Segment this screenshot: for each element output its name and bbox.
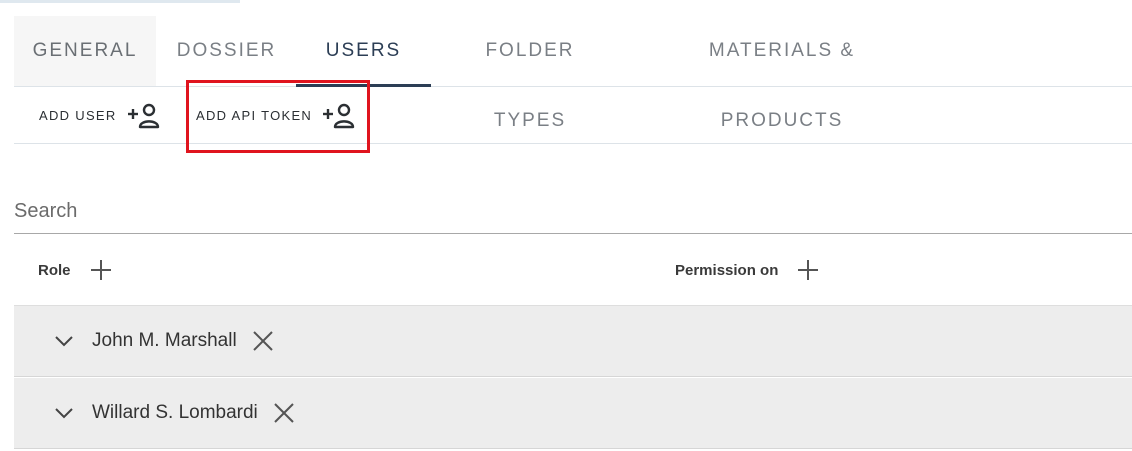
plus-icon xyxy=(798,260,819,280)
add-user-label: ADD USER xyxy=(39,108,117,123)
add-role-button[interactable] xyxy=(89,258,113,282)
remove-user-button[interactable] xyxy=(251,329,275,353)
highlight-box xyxy=(186,80,370,153)
column-header-permission: Permission on xyxy=(675,235,820,305)
person-add-icon xyxy=(127,103,159,128)
add-permission-button[interactable] xyxy=(796,258,820,282)
tab-bar: GENERAL DOSSIER USERS FOLDER TYPES MATER… xyxy=(14,16,1132,131)
user-name: John M. Marshall xyxy=(92,330,237,351)
column-label-permission: Permission on xyxy=(675,261,779,279)
column-header-role: Role xyxy=(38,235,113,305)
table-row[interactable]: John M. Marshall xyxy=(14,306,1132,377)
close-icon xyxy=(274,403,294,423)
tab-materials-products[interactable]: MATERIALS & PRODUCTS xyxy=(652,16,912,131)
plus-icon xyxy=(90,260,111,280)
table-header: Role Permission on xyxy=(14,235,1132,306)
user-name: Willard S. Lombardi xyxy=(92,402,258,423)
tab-users[interactable]: USERS xyxy=(296,16,431,87)
chevron-down-icon[interactable] xyxy=(54,335,74,347)
tab-dossier[interactable]: DOSSIER xyxy=(169,16,284,86)
remove-user-button[interactable] xyxy=(272,401,296,425)
search-input[interactable] xyxy=(14,190,1132,234)
users-toolbar: ADD USER ADD API TOKEN xyxy=(14,88,1132,144)
close-icon xyxy=(252,331,273,351)
column-label-role: Role xyxy=(38,261,71,279)
chevron-down-icon[interactable] xyxy=(54,407,74,419)
tab-general[interactable]: GENERAL xyxy=(14,16,156,86)
top-accent-bar xyxy=(0,0,240,3)
add-user-button[interactable]: ADD USER xyxy=(39,88,163,143)
table-row[interactable]: Willard S. Lombardi xyxy=(14,378,1132,449)
tab-folder-types[interactable]: FOLDER TYPES xyxy=(450,16,610,131)
